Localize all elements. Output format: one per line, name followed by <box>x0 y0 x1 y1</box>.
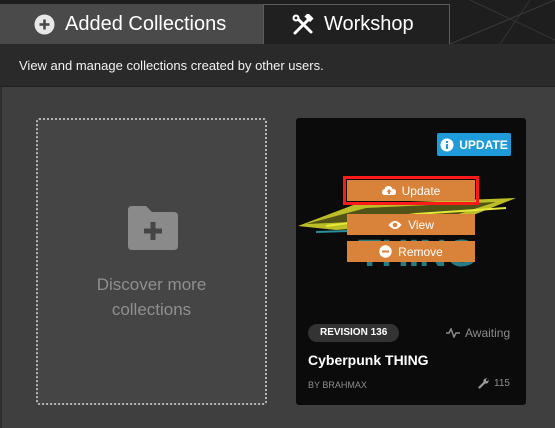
update-available-badge[interactable]: UPDATE <box>437 133 511 156</box>
wrench-icon <box>478 378 489 389</box>
collection-title: Cyberpunk THING <box>308 352 429 368</box>
status-indicator: Awaiting <box>446 324 510 342</box>
mod-count-value: 115 <box>494 378 510 389</box>
collection-card[interactable]: THING UPDATE Update <box>296 118 526 405</box>
update-button-label: Update <box>401 183 441 198</box>
collections-grid: Discover more collections THING UPDATE <box>0 87 555 428</box>
remove-button-label: Remove <box>398 244 443 259</box>
tab-workshop[interactable]: Workshop <box>263 4 450 44</box>
update-button[interactable]: Update <box>343 176 479 205</box>
eye-icon <box>388 220 402 230</box>
remove-button[interactable]: Remove <box>347 241 475 262</box>
tools-icon <box>292 13 314 36</box>
page-description: View and manage collections created by o… <box>19 57 324 73</box>
minus-circle-icon <box>379 245 392 258</box>
collection-author: BY BRAHMAX <box>308 380 367 390</box>
discover-collections-card[interactable]: Discover more collections <box>36 118 267 405</box>
tab-added-collections[interactable]: Added Collections <box>0 4 263 44</box>
folder-plus-icon <box>126 204 180 257</box>
plus-circle-icon <box>34 14 55 35</box>
info-icon <box>440 138 454 152</box>
view-button-label: View <box>408 217 434 232</box>
tab-bar: Added Collections Workshop <box>0 0 555 44</box>
status-label: Awaiting <box>465 326 511 340</box>
tab-workshop-label: Workshop <box>324 13 414 35</box>
tab-added-collections-label: Added Collections <box>65 12 227 35</box>
discover-label: Discover more collections <box>96 275 207 319</box>
revision-badge: REVISION 136 <box>308 324 400 342</box>
update-badge-label: UPDATE <box>459 137 508 152</box>
view-button[interactable]: View <box>347 214 475 235</box>
mod-count: 115 <box>478 378 510 389</box>
activity-icon <box>446 328 460 338</box>
cloud-upload-icon <box>381 185 396 196</box>
description-bar: View and manage collections created by o… <box>0 44 555 87</box>
